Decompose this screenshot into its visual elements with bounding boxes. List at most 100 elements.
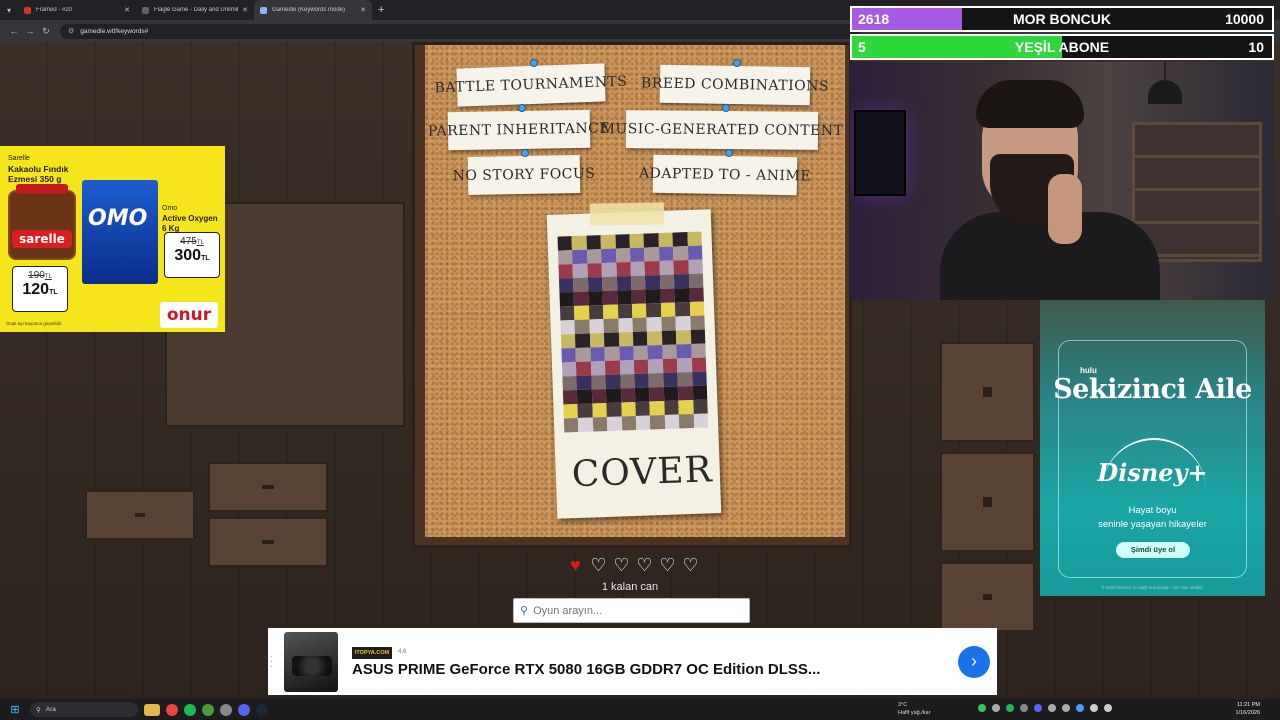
pushpin-icon	[725, 149, 733, 157]
full-heart-icon: ♥	[570, 555, 581, 575]
background-drawer	[208, 517, 328, 567]
keyword-note: NO STORY FOCUS	[453, 155, 595, 195]
tray-app-icon[interactable]	[1034, 704, 1042, 712]
cover-label: COVER	[571, 449, 714, 496]
tab-flagle[interactable]: Flagle Game - Daily and Unlimited ✕	[136, 0, 254, 20]
lives-hearts: ♥ ♡ ♡ ♡ ♡ ♡	[566, 555, 700, 575]
pixelated-cover-image	[557, 231, 709, 433]
taskbar-search[interactable]: ⚲ Ara	[30, 702, 138, 717]
empty-heart-icon: ♡	[682, 555, 699, 575]
product2-price: 475TL 300TL	[164, 232, 220, 278]
chrome-icon[interactable]	[166, 703, 178, 716]
tagline-line: seninle yaşayan hikayeler	[1098, 519, 1207, 530]
tab-label: Flagle Game - Daily and Unlimited	[154, 7, 239, 13]
old-price: 475TL	[180, 236, 204, 247]
search-icon: ⚲	[36, 706, 41, 714]
vote-bar-purple: 2618 MOR BONCUK 10000	[850, 6, 1274, 32]
background-drawer	[208, 462, 328, 512]
empty-heart-icon: ♡	[613, 555, 630, 575]
webcam-monitor	[854, 110, 906, 196]
grocery-ad[interactable]: Sarelle Kakaolu Fındık Ezmesi 350 g sare…	[0, 146, 225, 332]
store-logo: ITOPYA.COM	[352, 647, 392, 659]
tray-app-icon[interactable]	[1048, 704, 1056, 712]
store-rating: 4.6	[398, 649, 407, 655]
gpu-ad-banner[interactable]: · · · ITOPYA.COM 4.6 ASUS PRIME GeForce RT…	[268, 628, 997, 695]
xbox-icon[interactable]	[202, 703, 214, 716]
address-bar[interactable]: ⚙ gamedle.wtf/keywords#	[60, 23, 860, 39]
webcam-lamp	[1140, 62, 1190, 108]
tab-label: Framed - #20	[36, 7, 73, 13]
weather-desc: Hafif yağ./kar	[898, 710, 931, 716]
disney-plus-ad[interactable]: hulu Sekizinci Aile Disney+ Hayat boyu s…	[1040, 300, 1265, 596]
background-drawer	[85, 490, 195, 540]
vote-label: MOR BONCUK	[1013, 11, 1111, 27]
weather-widget[interactable]: 3°C Hafif yağ./kar	[898, 701, 930, 717]
site-info-icon[interactable]: ⚙	[68, 27, 74, 35]
gpu-image	[284, 632, 338, 692]
detergent-box-image	[82, 180, 158, 284]
tab-close-icon[interactable]: ✕	[360, 6, 366, 14]
pushpin-icon	[733, 59, 741, 67]
streamer-hair	[976, 80, 1084, 128]
tagline-line: Hayat boyu	[1128, 505, 1177, 516]
system-tray[interactable]	[978, 704, 1112, 712]
ad-next-arrow-icon[interactable]: ›	[958, 646, 990, 678]
tray-app-icon[interactable]	[992, 704, 1000, 712]
tape	[589, 202, 665, 226]
volume-icon[interactable]	[1104, 704, 1112, 712]
wifi-icon[interactable]	[1090, 704, 1098, 712]
bluetooth-icon[interactable]	[1076, 704, 1084, 712]
background-drawer	[940, 452, 1035, 552]
game-search-input[interactable]	[533, 604, 734, 617]
show-title: Sekizinci Aile	[1053, 374, 1252, 405]
file-explorer-icon[interactable]	[144, 703, 160, 716]
streamer-webcam	[850, 62, 1274, 300]
tab-search-icon[interactable]: ▾	[0, 0, 18, 20]
product2-name: Active Oxygen 6 Kg	[162, 214, 218, 233]
discord-icon[interactable]	[238, 703, 250, 716]
search-icon: ⚲	[520, 605, 529, 617]
vote-bar-green: 5 YEŞİL ABONE 10	[850, 34, 1274, 60]
pushpin-icon	[530, 59, 538, 67]
product2-brand: Omo	[162, 205, 178, 212]
forward-arrow-icon[interactable]: →	[22, 26, 38, 36]
keyword-note: MUSIC-GENERATED CONTENT	[601, 110, 843, 150]
tab-close-icon[interactable]: ✕	[242, 6, 248, 14]
game-search-box[interactable]: ⚲	[513, 598, 750, 623]
product2-title: Omo Active Oxygen 6 Kg	[162, 204, 220, 234]
steam-icon[interactable]	[256, 703, 268, 716]
flagle-favicon-icon	[142, 6, 149, 14]
streamer-hand	[1048, 174, 1082, 244]
drag-handle-icon[interactable]: · · ·	[270, 653, 273, 671]
product1-label: sarelle	[12, 230, 72, 248]
windows-start-icon[interactable]: ⊞	[4, 703, 26, 716]
screen: ▾ Framed - #20 ✕ Flagle Game - Daily and…	[0, 0, 1280, 720]
tray-app-icon[interactable]	[1020, 704, 1028, 712]
lives-remaining-text: 1 kalan can	[601, 581, 659, 593]
keyword-note: BREED COMBINATIONS	[641, 64, 829, 106]
reload-icon[interactable]: ↻	[38, 26, 54, 37]
back-arrow-icon[interactable]: ←	[6, 26, 22, 36]
tray-app-icon[interactable]	[1006, 704, 1014, 712]
product1-price: 190TL 120TL	[12, 266, 68, 312]
tab-framed[interactable]: Framed - #20 ✕	[18, 0, 136, 20]
product1-brand: Sarelle	[8, 155, 30, 162]
tray-app-icon[interactable]	[978, 704, 986, 712]
hazelnut-jar-image	[8, 184, 76, 260]
settings-icon[interactable]	[220, 703, 232, 716]
gamedle-favicon-icon	[260, 6, 267, 14]
framed-favicon-icon	[24, 6, 31, 14]
weather-temp: 3°C	[898, 702, 908, 708]
ad-tagline: Hayat boyu seninle yaşayan hikayeler	[1040, 504, 1265, 532]
product1-title: Sarelle Kakaolu Fındık Ezmesi 350 g	[8, 154, 78, 184]
new-tab-button[interactable]: +	[378, 4, 384, 16]
subscribe-button[interactable]: Şimdi üye ol	[1116, 542, 1190, 558]
windows-taskbar: ⊞ ⚲ Ara 3°C Hafif yağ./kar 11:21 PM 1/16…	[0, 699, 1280, 720]
tab-gamedle[interactable]: Gamedle (Keywords mode) ✕	[254, 0, 372, 20]
vote-goal: 10000	[1225, 11, 1264, 27]
tray-app-icon[interactable]	[1062, 704, 1070, 712]
tab-close-icon[interactable]: ✕	[124, 6, 130, 14]
product1-name: Kakaolu Fındık Ezmesi 350 g	[8, 164, 69, 184]
taskbar-clock[interactable]: 11:21 PM 1/16/2026	[1228, 701, 1260, 717]
spotify-icon[interactable]	[184, 703, 196, 716]
